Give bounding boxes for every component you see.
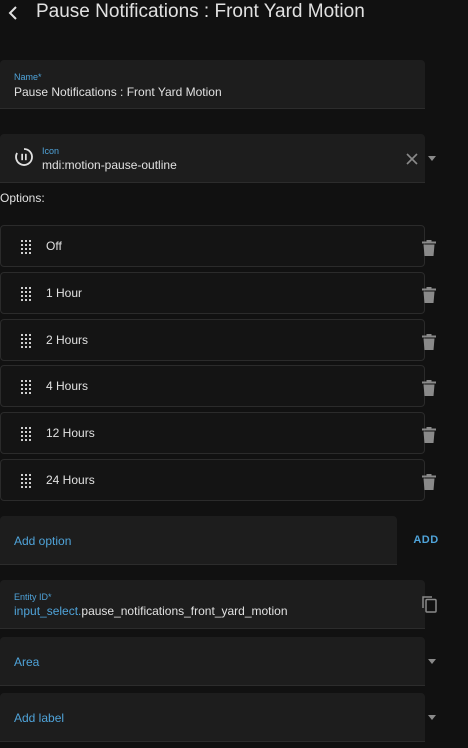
name-field[interactable]: Name* Pause Notifications : Front Yard M…: [0, 60, 425, 109]
drag-handle-icon[interactable]: [21, 287, 31, 301]
drag-handle-icon[interactable]: [21, 240, 31, 254]
chevron-down-icon[interactable]: [428, 659, 436, 664]
option-label: Off: [46, 239, 62, 253]
area-label: Area: [14, 655, 40, 669]
page-title: Pause Notifications : Front Yard Motion: [36, 1, 365, 22]
delete-icon[interactable]: [422, 380, 436, 396]
option-row[interactable]: 1 Hour: [0, 272, 436, 314]
option-label: 24 Hours: [46, 473, 95, 487]
icon-field-value[interactable]: mdi:motion-pause-outline: [42, 158, 177, 172]
copy-icon[interactable]: [422, 596, 437, 613]
name-field-value[interactable]: Pause Notifications : Front Yard Motion: [14, 85, 222, 99]
header: Pause Notifications : Front Yard Motion: [0, 0, 468, 30]
icon-field[interactable]: Icon mdi:motion-pause-outline: [0, 134, 436, 183]
entity-id-label: Entity ID*: [14, 592, 52, 602]
chevron-down-icon[interactable]: [428, 715, 436, 720]
option-row[interactable]: 12 Hours: [0, 412, 436, 454]
option-label: 4 Hours: [46, 379, 89, 393]
add-label-select[interactable]: Add label: [0, 693, 436, 742]
delete-icon[interactable]: [422, 427, 436, 443]
area-select[interactable]: Area: [0, 637, 436, 686]
delete-icon[interactable]: [422, 474, 436, 490]
close-icon[interactable]: [406, 153, 418, 165]
drag-handle-icon[interactable]: [21, 427, 31, 441]
entity-id-field[interactable]: Entity ID* input_select.pause_notificati…: [0, 580, 437, 629]
name-field-label: Name*: [14, 72, 42, 82]
options-heading: Options:: [0, 191, 45, 205]
option-label: 2 Hours: [46, 333, 89, 347]
add-option-placeholder[interactable]: Add option: [14, 534, 71, 548]
entity-domain: input_select.: [14, 604, 82, 618]
chevron-down-icon[interactable]: [428, 156, 436, 161]
motion-pause-outline-icon: [15, 148, 33, 166]
icon-field-label: Icon: [42, 146, 60, 156]
option-label: 1 Hour: [46, 286, 83, 300]
delete-icon[interactable]: [422, 240, 436, 256]
option-row[interactable]: 4 Hours: [0, 365, 436, 407]
entity-object-id: pause_notifications_front_yard_motion: [81, 604, 288, 618]
drag-handle-icon[interactable]: [21, 380, 31, 394]
add-option-input[interactable]: Add option: [0, 516, 397, 565]
chevron-left-icon[interactable]: [6, 4, 20, 22]
delete-icon[interactable]: [422, 334, 436, 350]
drag-handle-icon[interactable]: [21, 334, 31, 348]
option-label: 12 Hours: [46, 426, 95, 440]
option-row[interactable]: 2 Hours: [0, 319, 436, 361]
delete-icon[interactable]: [422, 287, 436, 303]
drag-handle-icon[interactable]: [21, 474, 31, 488]
option-row[interactable]: Off: [0, 225, 436, 267]
entity-id-value[interactable]: input_select.pause_notifications_front_y…: [14, 604, 288, 618]
add-label-text: Add label: [14, 711, 65, 725]
add-option-button[interactable]: ADD: [404, 528, 448, 552]
option-row[interactable]: 24 Hours: [0, 459, 436, 501]
